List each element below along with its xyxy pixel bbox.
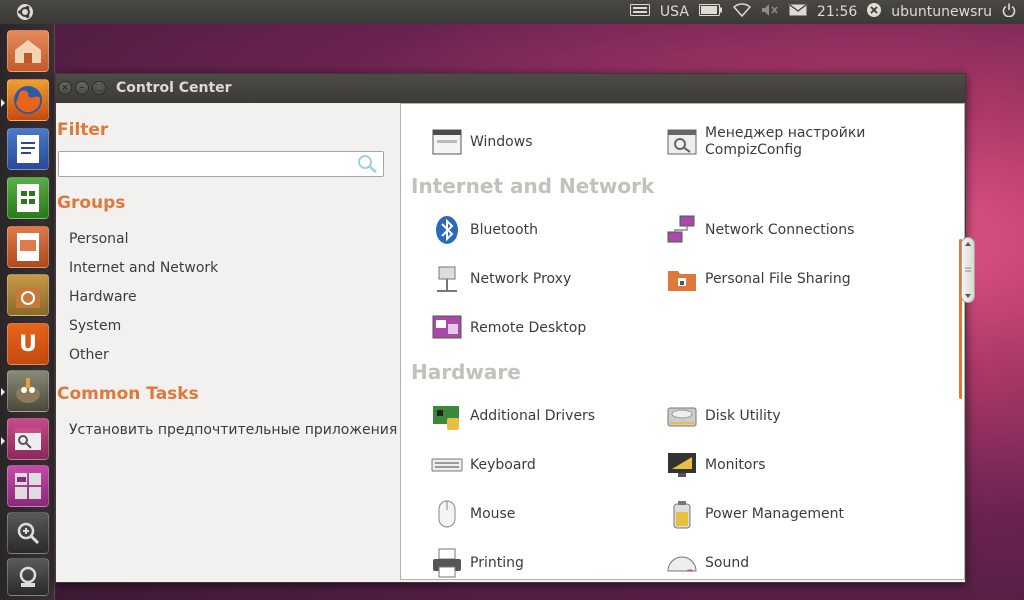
item-power-management[interactable]: Power Management <box>666 496 844 532</box>
group-personal[interactable]: Personal <box>69 231 129 247</box>
sound-icon <box>667 556 697 572</box>
section-title-internet: Internet and Network <box>411 174 655 198</box>
bluetooth-icon <box>436 216 458 244</box>
search-icon[interactable] <box>356 154 378 174</box>
item-windows[interactable]: Windows <box>431 124 533 160</box>
item-label: Personal File Sharing <box>705 270 851 287</box>
file-sharing-icon <box>668 271 696 291</box>
home-folder-icon[interactable] <box>7 30 49 72</box>
item-disk-utility[interactable]: Disk Utility <box>666 398 781 434</box>
username[interactable]: ubuntunewsru <box>891 4 992 20</box>
files-lens-icon[interactable] <box>7 558 49 596</box>
top-panel: USA 21:56 ubuntunewsru <box>0 0 1024 24</box>
ubuntu-logo-icon[interactable] <box>14 2 36 22</box>
running-indicator <box>1 437 5 445</box>
firefox-icon[interactable] <box>7 79 49 121</box>
item-label: Sound <box>705 554 750 571</box>
ubuntu-one-icon[interactable]: U <box>7 323 49 365</box>
user-icon[interactable] <box>867 3 882 21</box>
running-indicator <box>1 99 5 107</box>
close-button[interactable]: × <box>58 81 72 95</box>
item-personal-file-sharing[interactable]: Personal File Sharing <box>666 261 851 297</box>
groups-heading: Groups <box>57 193 126 213</box>
item-network-connections[interactable]: Network Connections <box>666 212 854 248</box>
power-icon[interactable] <box>1002 3 1016 21</box>
printing-icon <box>433 548 461 578</box>
running-indicator <box>1 388 5 396</box>
item-label: Network Proxy <box>470 270 572 287</box>
item-label: Network Connections <box>705 221 855 238</box>
launcher: U <box>0 24 55 600</box>
scrollbar-handle[interactable] <box>961 237 975 303</box>
filter-heading: Filter <box>57 120 109 140</box>
item-compizconfig[interactable]: Менеджер настройки CompizConfig <box>666 124 946 160</box>
item-remote-desktop[interactable]: Remote Desktop <box>431 310 586 346</box>
item-mouse[interactable]: Mouse <box>431 496 515 532</box>
group-other[interactable]: Other <box>69 347 109 363</box>
item-label: Mouse <box>470 505 516 522</box>
item-network-proxy[interactable]: Network Proxy <box>431 261 571 297</box>
item-label: Monitors <box>705 456 766 473</box>
task-preferred-applications[interactable]: Установить предпочтительные приложения <box>69 422 397 438</box>
disk-utility-icon <box>667 407 697 427</box>
filter-input[interactable] <box>58 151 384 177</box>
content-pane: Windows Менеджер настройки CompizConfig … <box>400 103 965 580</box>
control-center-window: × – □ Control Center Filter Groups Perso… <box>55 73 975 583</box>
common-tasks-heading: Common Tasks <box>57 384 199 404</box>
mouse-icon <box>438 500 456 528</box>
item-label: Additional Drivers <box>470 407 596 424</box>
keyboard-layout[interactable]: USA <box>660 4 689 20</box>
item-printing[interactable]: Printing <box>431 545 524 579</box>
item-label: Remote Desktop <box>470 319 587 336</box>
group-internet-and-network[interactable]: Internet and Network <box>69 260 218 276</box>
volume-muted-icon[interactable] <box>761 3 779 21</box>
calc-icon[interactable] <box>7 177 49 219</box>
mail-icon[interactable] <box>789 4 807 20</box>
item-label: Менеджер настройки CompizConfig <box>705 125 866 158</box>
item-additional-drivers[interactable]: Additional Drivers <box>431 398 595 434</box>
item-label: Printing <box>470 554 524 571</box>
network-proxy-icon <box>437 266 457 292</box>
section-title-hardware: Hardware <box>411 360 521 384</box>
software-center-icon[interactable] <box>7 274 49 316</box>
control-center-icon[interactable] <box>7 418 49 460</box>
titlebar[interactable]: × – □ Control Center <box>56 74 965 103</box>
item-keyboard[interactable]: Keyboard <box>431 447 536 483</box>
battery-icon[interactable] <box>698 4 723 20</box>
group-system[interactable]: System <box>69 318 121 334</box>
writer-icon[interactable] <box>7 128 49 170</box>
minimize-button[interactable]: – <box>75 81 89 95</box>
power-management-icon <box>673 501 691 529</box>
windows-icon <box>432 129 462 155</box>
monitors-icon <box>668 453 696 477</box>
item-label: Power Management <box>705 505 845 522</box>
compizconfig-icon <box>667 129 697 155</box>
workspaces-icon[interactable] <box>7 465 49 507</box>
item-label: Windows <box>470 133 533 150</box>
item-label: Keyboard <box>470 456 536 473</box>
item-monitors[interactable]: Monitors <box>666 447 766 483</box>
item-label: Disk Utility <box>705 407 781 424</box>
network-connections-icon <box>667 215 695 243</box>
gimp-icon[interactable] <box>7 370 49 412</box>
item-label: Bluetooth <box>470 221 538 238</box>
window-title: Control Center <box>116 80 232 96</box>
impress-icon[interactable] <box>7 226 49 268</box>
maximize-button[interactable]: □ <box>92 81 106 95</box>
remote-desktop-icon <box>432 315 462 339</box>
sidebar: Filter Groups Personal Internet and Netw… <box>56 103 399 583</box>
item-bluetooth[interactable]: Bluetooth <box>431 212 538 248</box>
wifi-icon[interactable] <box>732 3 751 21</box>
group-hardware[interactable]: Hardware <box>69 289 137 305</box>
applications-lens-icon[interactable] <box>7 512 49 554</box>
keyboard-icon <box>431 458 463 472</box>
clock[interactable]: 21:56 <box>817 4 857 20</box>
item-sound[interactable]: Sound <box>666 545 750 579</box>
keyboard-icon[interactable] <box>629 4 650 20</box>
additional-drivers-icon <box>433 406 459 430</box>
